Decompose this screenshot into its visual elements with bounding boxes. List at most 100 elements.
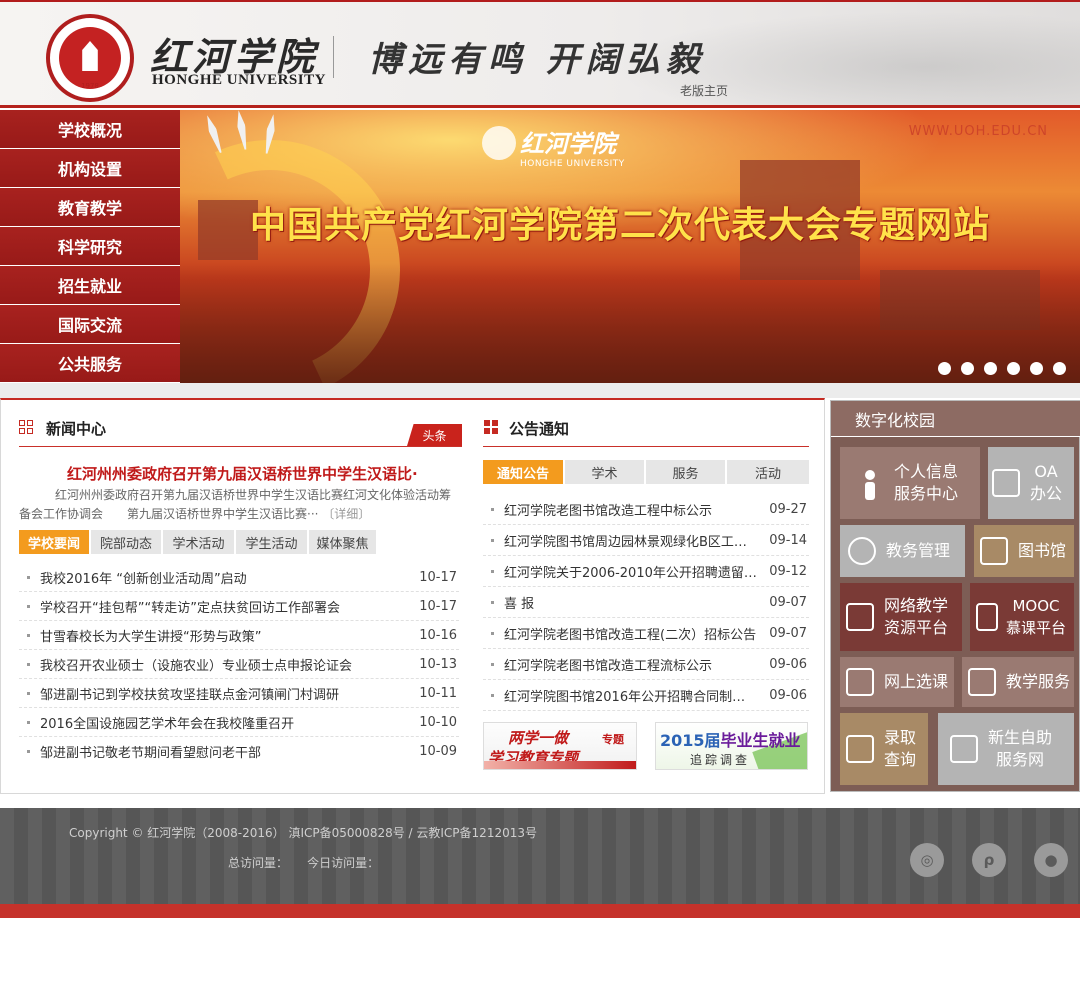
hero-banner[interactable]: 红河学院 HONGHE UNIVERSITY WWW.UOH.EDU.CN 中国… — [180, 110, 1080, 383]
notice-title-rule — [483, 446, 809, 447]
tab-activities[interactable]: 活动 — [727, 460, 809, 484]
list-item[interactable]: 甘雪春校长为大学生讲授“形势与政策” 10-16 — [19, 621, 459, 650]
news-item-date: 10-17 — [419, 569, 457, 585]
tencent-weibo-icon[interactable]: ρ — [972, 843, 1006, 877]
carousel-dot[interactable] — [984, 362, 997, 375]
list-item[interactable]: 我校召开农业硕士（设施农业）专业硕士点申报论证会 10-13 — [19, 650, 459, 679]
tile-label: 网络教学 资源平台 — [884, 596, 949, 637]
notice-item-title: 喜 报 — [504, 596, 535, 612]
news-title-rule — [19, 446, 462, 447]
tab-academic-activities[interactable]: 学术活动 — [163, 530, 234, 554]
carousel-dot[interactable] — [1007, 362, 1020, 375]
news-item-date: 10-10 — [419, 714, 457, 730]
graduate-survey-promo-banner[interactable]: 2015届毕业生就业 追踪调查 — [655, 722, 808, 770]
carousel-dot[interactable] — [938, 362, 951, 375]
logo-english-name: HONGHE UNIVERSITY — [152, 72, 326, 88]
list-item[interactable]: 红河学院图书馆周边园林景观绿化B区工程... 09-14 — [483, 525, 809, 556]
nav-item-institutions[interactable]: 机构设置 — [0, 149, 180, 188]
nav-label: 学校概况 — [58, 121, 123, 140]
news-item-title: 甘雪春校长为大学生讲授“形势与政策” — [40, 629, 262, 645]
news-item-title: 邹进副书记到学校扶贫攻坚挂联点金河镇闸门村调研 — [40, 687, 340, 703]
tile-online-teaching[interactable]: 网络教学 资源平台 — [840, 583, 962, 651]
list-item[interactable]: 红河学院老图书馆改造工程流标公示 09-06 — [483, 649, 809, 680]
tile-label: MOOC 慕课平台 — [1006, 597, 1067, 637]
person-icon — [856, 469, 884, 500]
nav-label: 教育教学 — [58, 199, 123, 218]
nav-item-research[interactable]: 科学研究 — [0, 227, 180, 266]
notice-item-title: 红河学院老图书馆改造工程(二次）招标公告 — [504, 627, 757, 643]
notice-item-date: 09-07 — [769, 625, 807, 641]
tile-label: 录取 查询 — [884, 728, 917, 769]
promo2-year: 2015届 — [660, 731, 721, 750]
banner-logo-en: HONGHE UNIVERSITY — [520, 159, 625, 169]
tile-teaching-service[interactable]: 教学服务 — [962, 657, 1074, 707]
tile-oa-office[interactable]: OA 办公 — [988, 447, 1074, 519]
old-homepage-link[interactable]: 老版主页 — [680, 82, 728, 99]
grid-icon — [484, 420, 498, 434]
nav-label: 科学研究 — [58, 238, 123, 257]
notice-item-title: 红河学院老图书馆改造工程流标公示 — [504, 658, 713, 674]
tile-mooc[interactable]: MOOC 慕课平台 — [970, 583, 1074, 651]
news-item-date: 10-11 — [419, 685, 457, 701]
list-item[interactable]: 邹进副书记到学校扶贫攻坚挂联点金河镇闸门村调研 10-11 — [19, 679, 459, 708]
featured-news-headline[interactable]: 红河州州委政府召开第九届汉语桥世界中学生汉语比··· — [67, 463, 417, 484]
tab-department-news[interactable]: 院部动态 — [91, 530, 161, 554]
tile-library[interactable]: 图书馆 — [974, 525, 1074, 577]
nav-label: 国际交流 — [58, 316, 123, 335]
tile-label: 个人信息 服务中心 — [894, 462, 959, 503]
news-tabs: 学校要闻 院部动态 学术活动 学生活动 媒体聚焦 — [19, 530, 378, 554]
list-item[interactable]: 邹进副书记敬老节期间看望慰问老干部 10-09 — [19, 737, 459, 766]
list-item[interactable]: 红河学院关于2006-2010年公开招聘遗留问... 09-12 — [483, 556, 809, 587]
nav-item-international[interactable]: 国际交流 — [0, 305, 180, 344]
tile-course-selection[interactable]: 网上选课 — [840, 657, 954, 707]
carousel-dots — [938, 362, 1066, 375]
notice-item-date: 09-14 — [769, 532, 807, 548]
notice-item-date: 09-06 — [769, 687, 807, 703]
list-item[interactable]: 喜 报 09-07 — [483, 587, 809, 618]
nav-label: 招生就业 — [58, 277, 123, 296]
news-item-date: 10-09 — [419, 744, 457, 759]
list-item[interactable]: 我校2016年 “创新创业活动周”启动 10-17 — [19, 563, 459, 592]
carousel-dot[interactable] — [961, 362, 974, 375]
nav-item-education[interactable]: 教育教学 — [0, 188, 180, 227]
tile-academic-affairs[interactable]: 教务管理 — [840, 525, 965, 577]
tab-notices[interactable]: 通知公告 — [483, 460, 563, 484]
nav-item-school-overview[interactable]: 学校概况 — [0, 110, 180, 149]
seal-year: 1978 — [81, 82, 99, 90]
calendar-icon — [968, 668, 996, 696]
news-item-title: 2016全国设施园艺学术年会在我校隆重召开 — [40, 716, 295, 732]
main-nav: 学校概况 机构设置 教育教学 科学研究 招生就业 国际交流 公共服务 — [0, 110, 180, 383]
nav-item-admissions[interactable]: 招生就业 — [0, 266, 180, 305]
carousel-dot[interactable] — [1053, 362, 1066, 375]
tile-personal-info[interactable]: 个人信息 服务中心 — [840, 447, 980, 519]
list-item[interactable]: 红河学院老图书馆改造工程(二次）招标公告 09-07 — [483, 618, 809, 649]
featured-news-summary: 红河州州委政府召开第九届汉语桥世界中学生汉语比赛红河文化体验活动筹备会工作协调会… — [19, 486, 457, 524]
seal-emblem-icon — [59, 27, 121, 89]
section-separator — [0, 383, 1080, 398]
list-item[interactable]: 红河学院图书馆2016年公开招聘合同制工... 09-06 — [483, 680, 809, 711]
tab-media-focus[interactable]: 媒体聚焦 — [309, 530, 376, 554]
tab-student-activities[interactable]: 学生活动 — [236, 530, 307, 554]
nav-item-public-service[interactable]: 公共服务 — [0, 344, 180, 383]
tile-admission-query[interactable]: 录取 查询 — [840, 713, 928, 785]
list-item[interactable]: 红河学院老图书馆改造工程中标公示 09-27 — [483, 494, 809, 525]
carousel-dot[interactable] — [1030, 362, 1043, 375]
notice-item-title: 红河学院图书馆2016年公开招聘合同制工... — [504, 689, 758, 705]
notice-item-date: 09-27 — [769, 501, 807, 517]
tab-services[interactable]: 服务 — [646, 460, 725, 484]
copyright-text: Copyright © 红河学院（2008-2016） 滇ICP备0500082… — [69, 826, 537, 840]
tile-freshman-service[interactable]: 新生自助 服务网 — [938, 713, 1074, 785]
two-studies-promo-banner[interactable]: 两学一做 学习教育专题 专题 — [483, 722, 637, 770]
notice-title: 公告通知 — [509, 420, 570, 438]
university-seal-logo[interactable]: 1978 — [46, 14, 134, 102]
weibo-icon[interactable]: ◎ — [910, 843, 944, 877]
tab-academic[interactable]: 学术 — [565, 460, 644, 484]
today-visits-label: 今日访问量： — [307, 856, 380, 870]
read-more-link[interactable]: 〔详细〕 — [322, 507, 370, 521]
featured-news-summary-text: 红河州州委政府召开第九届汉语桥世界中学生汉语比赛红河文化体验活动筹备会工作协调会… — [19, 488, 452, 521]
tab-school-news[interactable]: 学校要闻 — [19, 530, 89, 554]
list-item[interactable]: 2016全国设施园艺学术年会在我校隆重召开 10-10 — [19, 708, 459, 737]
wechat-icon[interactable]: ● — [1034, 843, 1068, 877]
list-item[interactable]: 学校召开“挂包帮”“转走访”定点扶贫回访工作部署会 10-17 — [19, 592, 459, 621]
news-item-date: 10-13 — [419, 656, 457, 672]
